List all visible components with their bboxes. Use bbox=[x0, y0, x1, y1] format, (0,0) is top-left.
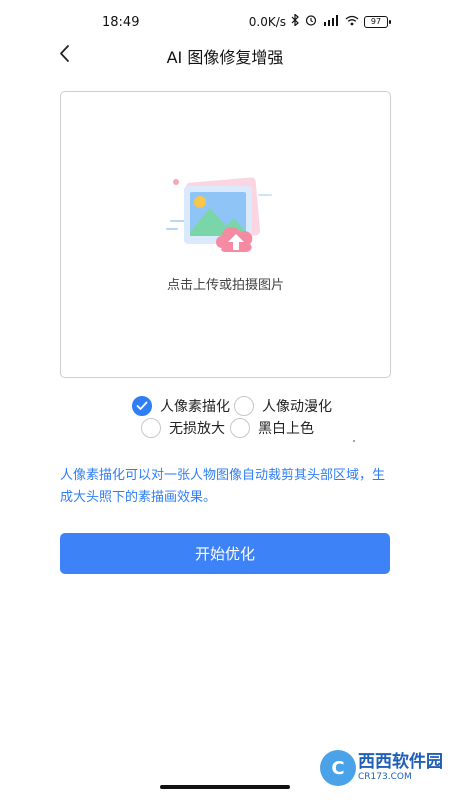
watermark-c-icon: C bbox=[320, 750, 356, 786]
option-label: 人像动漫化 bbox=[262, 399, 332, 415]
option-description: 人像素描化可以对一张人物图像自动裁剪其头部区域，生成大头照下的素描画效果。 bbox=[60, 468, 386, 505]
upload-area[interactable]: 点击上传或拍摄图片 bbox=[60, 91, 391, 378]
status-icons: 0.0K/s 97 bbox=[248, 13, 391, 29]
divider-dot bbox=[353, 440, 355, 442]
option-colorize[interactable]: 黑白上色 bbox=[230, 418, 314, 438]
page-title: AI 图像修复增强 bbox=[166, 48, 284, 67]
watermark-domain: CR173.COM bbox=[358, 772, 412, 782]
option-portrait-sketch[interactable]: 人像素描化 bbox=[132, 396, 230, 416]
image-upload-icon bbox=[166, 177, 272, 252]
upload-hint: 点击上传或拍摄图片 bbox=[166, 278, 284, 293]
option-label: 黑白上色 bbox=[258, 421, 314, 437]
battery-icon: 97 bbox=[364, 15, 391, 28]
option-label: 人像素描化 bbox=[160, 399, 230, 415]
signal-icon bbox=[322, 14, 340, 29]
top-bar: AI 图像修复增强 bbox=[0, 34, 450, 74]
start-optimize-button[interactable]: 开始优化 bbox=[60, 533, 390, 574]
home-indicator[interactable] bbox=[160, 785, 290, 789]
alarm-icon bbox=[305, 14, 317, 29]
watermark-brand: 西西软件园 bbox=[358, 752, 443, 772]
radio-icon bbox=[230, 418, 250, 438]
radio-icon bbox=[234, 396, 254, 416]
option-portrait-anime[interactable]: 人像动漫化 bbox=[234, 396, 332, 416]
option-label: 无损放大 bbox=[169, 421, 225, 437]
bluetooth-icon bbox=[291, 13, 300, 29]
watermark-logo: C 西西软件园 CR173.COM bbox=[320, 750, 443, 786]
wifi-icon bbox=[345, 15, 359, 29]
radio-icon bbox=[141, 418, 161, 438]
status-time: 18:49 bbox=[102, 15, 140, 30]
option-lossless-upscale[interactable]: 无损放大 bbox=[141, 418, 225, 438]
network-speed: 0.0K/s bbox=[248, 14, 286, 29]
checked-radio-icon bbox=[132, 396, 152, 416]
